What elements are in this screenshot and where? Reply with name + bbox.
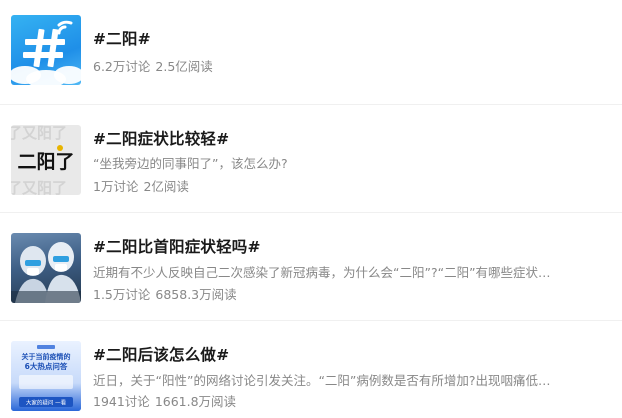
topic-title[interactable]: #二阳比首阳症状轻吗# bbox=[93, 235, 261, 257]
poster-line-3: 大家的疑问 一看 bbox=[26, 399, 67, 407]
discussion-count: 1941讨论 bbox=[93, 394, 150, 409]
topic-description: 近日，关于“阳性”的网络讨论引发关注。“二阳”病例数是否有所增加?出现咽痛低烧等… bbox=[93, 373, 563, 388]
discussion-count: 1.5万讨论 bbox=[93, 287, 151, 302]
topic-description: 近期有不少人反映自己二次感染了新冠病毒，为什么会“二阳”?“二阳”有哪些症状，如… bbox=[93, 265, 563, 280]
topic-title[interactable]: #二阳症状比较轻# bbox=[93, 127, 229, 149]
read-count: 6858.3万阅读 bbox=[155, 287, 237, 302]
svg-text:了又阳了: 了又阳了 bbox=[11, 179, 67, 195]
topic-list: #二阳# 6.2万讨论 2.5亿阅读 了又阳了 了又阳了 二阳了 #二阳症状比较轻… bbox=[0, 0, 622, 418]
poster-line-1: 关于当前疫情的 bbox=[22, 352, 71, 361]
poster-line-2: 6大热点问答 bbox=[25, 361, 68, 371]
topic-thumbnail[interactable]: 关于当前疫情的 6大热点问答 大家的疑问 一看 bbox=[11, 341, 81, 411]
read-count: 1661.8万阅读 bbox=[154, 394, 237, 409]
topic-thumbnail[interactable] bbox=[11, 15, 81, 85]
discussion-count: 1万讨论 bbox=[93, 179, 139, 194]
svg-text:了又阳了: 了又阳了 bbox=[11, 125, 67, 142]
topic-stats: 1万讨论 2亿阅读 bbox=[93, 176, 189, 195]
topic-item-mild-symptoms[interactable]: 了又阳了 了又阳了 二阳了 #二阳症状比较轻# “坐我旁边的同事阳了”，该怎么办… bbox=[0, 105, 622, 212]
topic-title[interactable]: #二阳后该怎么做# bbox=[93, 343, 229, 365]
topic-description: “坐我旁边的同事阳了”，该怎么办? bbox=[93, 156, 288, 171]
medical-workers-photo bbox=[11, 242, 81, 303]
read-count: 2亿阅读 bbox=[143, 179, 189, 194]
topic-item-what-to-do[interactable]: 关于当前疫情的 6大热点问答 大家的疑问 一看 #二阳后该怎么做# 近日，关于“… bbox=[0, 321, 622, 418]
thumb-caption: 二阳了 bbox=[17, 151, 74, 173]
discussion-count: 6.2万讨论 bbox=[93, 59, 151, 74]
text-poster-image: 了又阳了 了又阳了 二阳了 bbox=[11, 125, 75, 195]
topic-thumbnail[interactable] bbox=[11, 233, 81, 303]
topic-title[interactable]: #二阳# bbox=[93, 27, 151, 49]
qa-poster-image: 关于当前疫情的 6大热点问答 大家的疑问 一看 bbox=[11, 341, 81, 411]
topic-stats: 6.2万讨论 2.5亿阅读 bbox=[93, 56, 213, 75]
read-count: 2.5亿阅读 bbox=[155, 59, 213, 74]
topic-item-compare-first[interactable]: #二阳比首阳症状轻吗# 近期有不少人反映自己二次感染了新冠病毒，为什么会“二阳”… bbox=[0, 213, 622, 320]
topic-thumbnail[interactable]: 了又阳了 了又阳了 二阳了 bbox=[11, 125, 81, 195]
topic-stats: 1941讨论 1661.8万阅读 bbox=[93, 391, 236, 410]
topic-item-erlang[interactable]: #二阳# 6.2万讨论 2.5亿阅读 bbox=[0, 0, 622, 104]
hashtag-icon bbox=[11, 20, 81, 85]
topic-stats: 1.5万讨论 6858.3万阅读 bbox=[93, 284, 237, 303]
